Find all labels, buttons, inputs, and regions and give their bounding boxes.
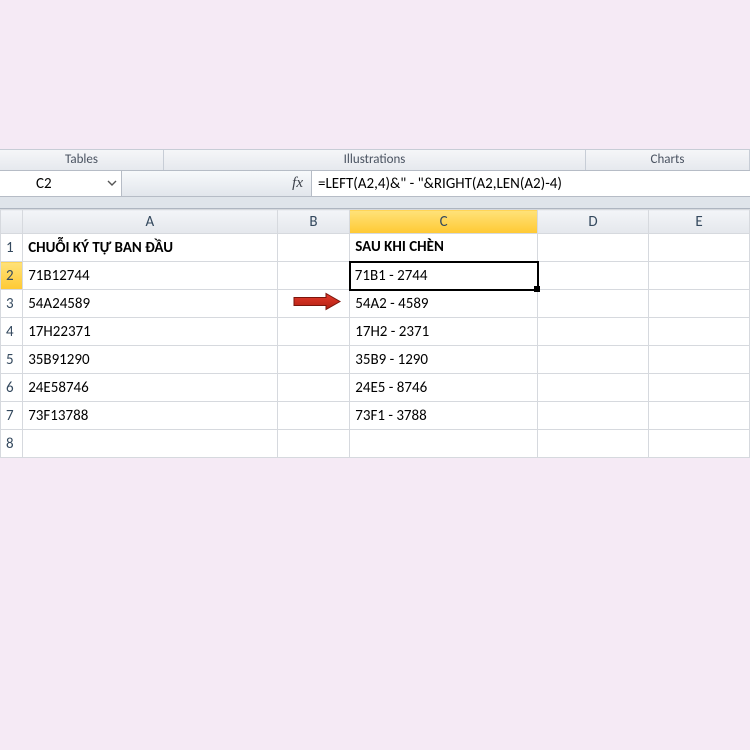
name-box-value: C2 xyxy=(36,175,52,193)
cell-A3[interactable]: 54A24589 xyxy=(23,290,277,318)
cell-D5[interactable] xyxy=(538,346,649,374)
col-header-A[interactable]: A xyxy=(23,210,277,234)
cell-B4[interactable] xyxy=(277,318,350,346)
row-header-6[interactable]: 6 xyxy=(1,374,23,402)
name-box[interactable]: C2 xyxy=(0,171,122,196)
col-header-B[interactable]: B xyxy=(277,210,350,234)
select-all-corner[interactable] xyxy=(1,210,23,234)
row-header-8[interactable]: 8 xyxy=(1,430,23,458)
cell-E7[interactable] xyxy=(649,402,750,430)
cell-C4[interactable]: 17H2 - 2371 xyxy=(350,318,538,346)
cell-A5[interactable]: 35B91290 xyxy=(23,346,277,374)
cell-D2[interactable] xyxy=(538,262,649,290)
cell-A6[interactable]: 24E58746 xyxy=(23,374,277,402)
row-header-3[interactable]: 3 xyxy=(1,290,23,318)
cell-E1[interactable] xyxy=(649,234,750,262)
cell-A1[interactable]: CHUỖI KÝ TỰ BAN ĐẦU xyxy=(23,234,277,262)
formula-input[interactable] xyxy=(312,171,750,196)
cell-C2[interactable]: 71B1 - 2744 xyxy=(350,262,538,290)
col-header-D[interactable]: D xyxy=(538,210,649,234)
cell-B1[interactable] xyxy=(277,234,350,262)
cell-C7[interactable]: 73F1 - 3788 xyxy=(350,402,538,430)
row-header-2[interactable]: 2 xyxy=(1,262,23,290)
cell-E4[interactable] xyxy=(649,318,750,346)
formula-bar: C2 fx xyxy=(0,171,750,197)
cell-C1[interactable]: SAU KHI CHÈN xyxy=(350,234,538,262)
ribbon-group-tables[interactable]: Tables xyxy=(0,150,164,170)
col-header-E[interactable]: E xyxy=(649,210,750,234)
cell-D3[interactable] xyxy=(538,290,649,318)
row-header-7[interactable]: 7 xyxy=(1,402,23,430)
cell-E6[interactable] xyxy=(649,374,750,402)
cell-E5[interactable] xyxy=(649,346,750,374)
cell-C8[interactable] xyxy=(350,430,538,458)
col-header-C[interactable]: C xyxy=(350,210,538,234)
ribbon-group-illustrations[interactable]: Illustrations xyxy=(164,150,586,170)
cell-B8[interactable] xyxy=(277,430,350,458)
cell-E3[interactable] xyxy=(649,290,750,318)
cell-B3[interactable] xyxy=(277,290,350,318)
cell-B7[interactable] xyxy=(277,402,350,430)
cell-D8[interactable] xyxy=(538,430,649,458)
ribbon-group-charts[interactable]: Charts xyxy=(586,150,750,170)
cell-D4[interactable] xyxy=(538,318,649,346)
spreadsheet-grid[interactable]: A B C D E 1 CHUỖI KÝ TỰ BAN ĐẦU SAU KHI … xyxy=(0,209,750,458)
cell-C6[interactable]: 24E5 - 8746 xyxy=(350,374,538,402)
toolbar-gap xyxy=(0,197,750,209)
cell-D6[interactable] xyxy=(538,374,649,402)
ribbon-group-labels: Tables Illustrations Charts xyxy=(0,149,750,171)
name-box-dropdown-icon[interactable] xyxy=(107,175,117,193)
row-header-5[interactable]: 5 xyxy=(1,346,23,374)
sheet-table[interactable]: A B C D E 1 CHUỖI KÝ TỰ BAN ĐẦU SAU KHI … xyxy=(0,209,750,458)
cell-C3[interactable]: 54A2 - 4589 xyxy=(350,290,538,318)
row-header-1[interactable]: 1 xyxy=(1,234,23,262)
cell-B6[interactable] xyxy=(277,374,350,402)
cell-A8[interactable] xyxy=(23,430,277,458)
fx-label[interactable]: fx xyxy=(122,171,312,196)
cell-C5[interactable]: 35B9 - 1290 xyxy=(350,346,538,374)
cell-B5[interactable] xyxy=(277,346,350,374)
excel-window: Tables Illustrations Charts C2 fx A B C … xyxy=(0,149,750,458)
cell-A2[interactable]: 71B12744 xyxy=(23,262,277,290)
cell-E8[interactable] xyxy=(649,430,750,458)
cell-A4[interactable]: 17H22371 xyxy=(23,318,277,346)
arrow-right-icon xyxy=(292,292,342,315)
cell-B2[interactable] xyxy=(277,262,350,290)
cell-A7[interactable]: 73F13788 xyxy=(23,402,277,430)
cell-D1[interactable] xyxy=(538,234,649,262)
cell-D7[interactable] xyxy=(538,402,649,430)
row-header-4[interactable]: 4 xyxy=(1,318,23,346)
cell-E2[interactable] xyxy=(649,262,750,290)
